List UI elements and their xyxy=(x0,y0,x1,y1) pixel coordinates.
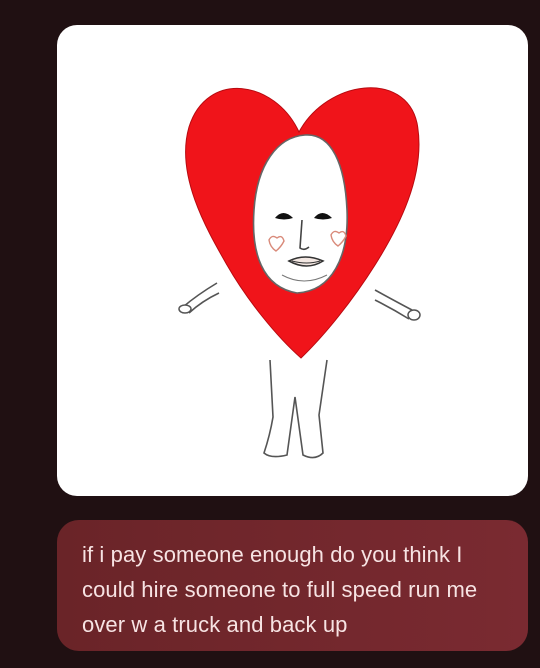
message-text: if i pay someone enough do you think I c… xyxy=(82,542,478,637)
image-message[interactable] xyxy=(57,25,528,496)
heart-costume-drawing xyxy=(178,87,421,459)
conversation-screen: if i pay someone enough do you think I c… xyxy=(0,0,540,668)
message-bubble[interactable]: if i pay someone enough do you think I c… xyxy=(57,520,528,651)
